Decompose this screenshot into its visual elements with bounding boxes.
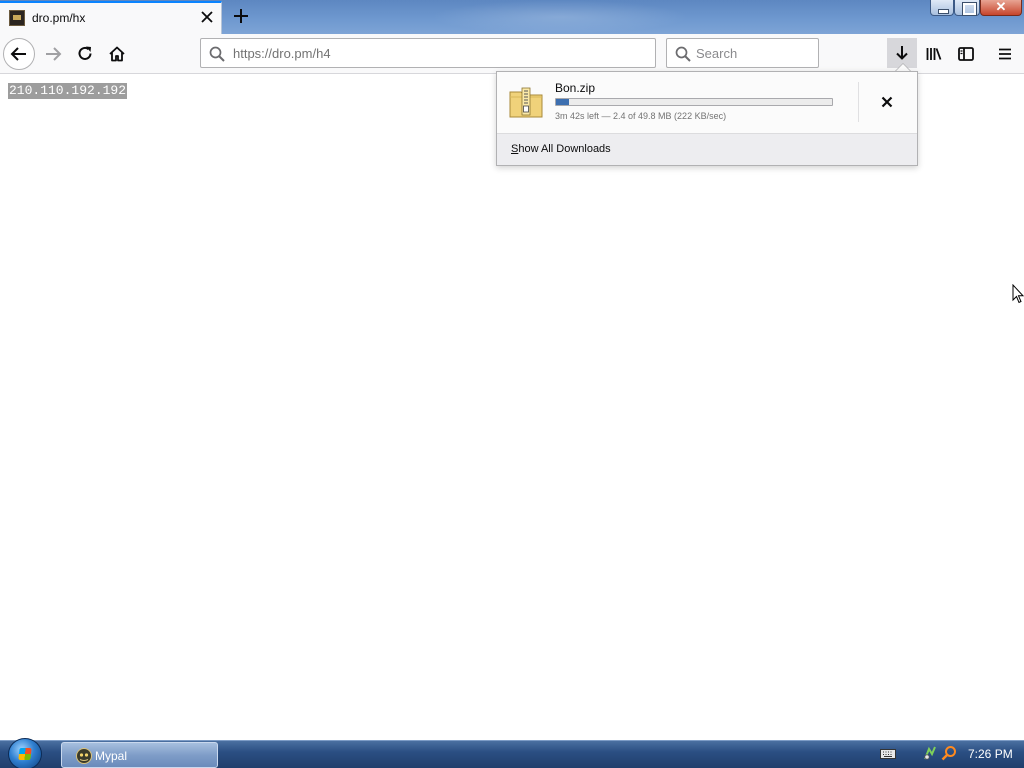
show-all-downloads-label: Show All Downloads: [511, 143, 611, 155]
library-button[interactable]: [918, 38, 950, 70]
close-icon: ✕: [995, 0, 1007, 14]
search-input[interactable]: [696, 44, 814, 62]
cancel-icon: [881, 96, 893, 108]
window-minimize-button[interactable]: [930, 0, 954, 16]
home-icon: [109, 46, 125, 62]
keyboard-icon[interactable]: [880, 749, 896, 759]
navigation-toolbar: https://dro.pm/h4: [0, 34, 1024, 74]
download-progress-fill: [556, 99, 570, 105]
window-maximize-button[interactable]: [954, 0, 980, 16]
menu-button[interactable]: [989, 38, 1021, 70]
url-bar[interactable]: https://dro.pm/h4: [200, 38, 656, 68]
sidebar-button[interactable]: [950, 38, 982, 70]
download-item-divider: [858, 82, 859, 122]
download-filename: Bon.zip: [555, 81, 596, 95]
search-bar[interactable]: [666, 38, 819, 68]
taskbar-app-label: Mypal: [95, 749, 128, 763]
download-item[interactable]: Bon.zip 3m 42s left — 2.4 of 49.8 MB (22…: [497, 72, 917, 133]
plus-icon: [234, 9, 248, 23]
tab-active[interactable]: dro.pm/hx: [0, 1, 222, 34]
show-all-label-rest: how All Downloads: [518, 143, 611, 155]
forward-arrow-icon: [46, 47, 62, 61]
reload-icon: [78, 46, 92, 60]
download-arrow-icon: [896, 46, 908, 60]
new-tab-button[interactable]: [231, 5, 251, 27]
show-all-downloads-button[interactable]: Show All Downloads: [497, 133, 917, 165]
mouse-pointer-icon: [1012, 284, 1024, 304]
magnifier-icon[interactable]: [941, 745, 957, 761]
tab-close-button[interactable]: [198, 8, 216, 26]
page-ip-text: 210.110.192.192: [8, 83, 128, 99]
taskbar: Mypal 7:26 PM: [0, 738, 1024, 768]
mypal-app-icon: [76, 748, 92, 764]
back-button[interactable]: [3, 38, 35, 70]
taskbar-app-mypal[interactable]: Mypal: [61, 742, 218, 768]
downloads-panel: Bon.zip 3m 42s left — 2.4 of 49.8 MB (22…: [496, 71, 918, 166]
window-close-button[interactable]: ✕: [980, 0, 1022, 16]
forward-button[interactable]: [37, 38, 69, 70]
network-icon[interactable]: [923, 745, 937, 761]
zip-archive-icon: [509, 87, 543, 118]
download-progress-bar: [555, 98, 833, 106]
taskbar-clock: 7:26 PM: [968, 747, 1013, 761]
windows-start-icon[interactable]: [8, 738, 42, 768]
back-arrow-icon: [10, 47, 26, 61]
tab-title: dro.pm/hx: [32, 11, 86, 25]
site-favicon-icon: [9, 10, 25, 26]
page-content: 210.110.192.192: [0, 74, 1024, 740]
url-text[interactable]: https://dro.pm/h4: [233, 46, 331, 61]
search-icon: [209, 46, 225, 62]
close-icon: [201, 11, 213, 23]
download-status: 3m 42s left — 2.4 of 49.8 MB (222 KB/sec…: [555, 111, 727, 121]
hamburger-menu-icon: [999, 48, 1011, 60]
library-icon: [926, 48, 942, 60]
home-button[interactable]: [101, 38, 133, 70]
reload-button[interactable]: [69, 38, 101, 70]
sidebar-icon: [958, 47, 974, 61]
search-icon: [675, 46, 691, 62]
window-titlebar: dro.pm/hx ✕: [0, 0, 1024, 34]
download-cancel-button[interactable]: [877, 92, 897, 112]
